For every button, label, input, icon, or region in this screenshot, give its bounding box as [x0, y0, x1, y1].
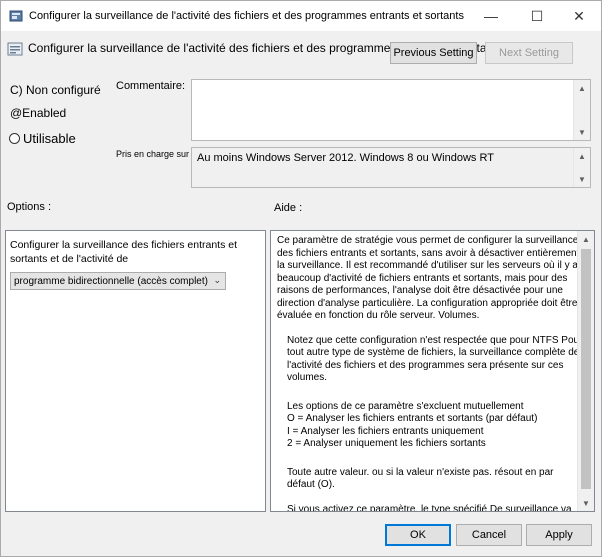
help-paragraph: Si vous activez ce paramètre. le type sp… [287, 503, 572, 512]
help-paragraph: Notez que cette configuration n'est resp… [287, 334, 583, 384]
maximize-button[interactable]: ☐ [515, 1, 559, 31]
comment-scrollbar[interactable]: ▲ ▼ [573, 80, 590, 140]
policy-dialog: Configurer la surveillance de l'activité… [0, 0, 602, 557]
next-setting-button[interactable]: Next Setting [485, 42, 573, 64]
radio-usable[interactable]: Utilisable [9, 131, 76, 146]
chevron-down-icon: ⌄ [213, 275, 221, 285]
apply-button[interactable]: Apply [526, 524, 592, 546]
help-option-line: 2 = Analyser uniquement les fichiers sor… [287, 438, 486, 449]
previous-setting-button[interactable]: Previous Setting [390, 42, 477, 64]
close-button[interactable]: ✕ [557, 1, 601, 31]
radio-usable-label: Utilisable [23, 131, 76, 146]
radio-enabled[interactable]: @Enabled [10, 106, 66, 120]
help-paragraph: Ce paramètre de stratégie vous permet de… [277, 235, 580, 321]
monitoring-direction-select[interactable]: programme bidirectionnelle (accès comple… [10, 272, 226, 290]
ok-button[interactable]: OK [385, 524, 451, 546]
help-paragraph: Toute autre valeur. ou si la valeur n'ex… [287, 466, 554, 491]
help-label: Aide : [274, 202, 303, 214]
help-option-line: O = Analyser les fichiers entrants et so… [287, 413, 538, 424]
policy-app-icon [9, 10, 23, 22]
options-description: Configurer la surveillance des fichiers … [10, 239, 238, 265]
close-icon: ✕ [573, 7, 585, 24]
scroll-up-icon[interactable]: ▲ [574, 80, 590, 96]
options-panel: Configurer la surveillance des fichiers … [5, 230, 266, 512]
help-option-line: I = Analyser les fichiers entrants uniqu… [287, 425, 484, 437]
help-scrollbar[interactable]: ▲ ▼ [577, 231, 594, 511]
help-paragraph: Les options de ce paramètre s'excluent m… [287, 400, 524, 412]
scroll-down-icon[interactable]: ▼ [578, 495, 594, 511]
minimize-icon: — [484, 8, 498, 24]
comment-label: Commentaire: [116, 80, 186, 92]
scroll-up-icon[interactable]: ▲ [578, 231, 594, 247]
help-scroll-thumb[interactable] [581, 249, 591, 489]
maximize-icon: ☐ [530, 7, 544, 24]
window-title: Configurer la surveillance de l'activité… [29, 10, 464, 22]
cancel-button[interactable]: Cancel [456, 524, 522, 546]
radio-not-configured[interactable]: C) Non configuré [10, 83, 101, 97]
setting-icon [7, 42, 23, 56]
select-value: programme bidirectionnelle (accès comple… [14, 275, 208, 287]
scroll-down-icon[interactable]: ▼ [574, 171, 590, 187]
supported-on-box: Au moins Windows Server 2012. Windows 8 … [191, 147, 591, 188]
comment-textarea[interactable]: ▲ ▼ [191, 79, 591, 141]
scroll-up-icon[interactable]: ▲ [574, 148, 590, 164]
help-text: Ce paramètre de stratégie vous permet de… [277, 235, 583, 512]
radio-circle-icon [9, 133, 20, 144]
title-bar[interactable]: Configurer la surveillance de l'activité… [1, 1, 601, 31]
scroll-down-icon[interactable]: ▼ [574, 124, 590, 140]
supported-value: Au moins Windows Server 2012. Windows 8 … [197, 152, 494, 164]
options-label: Options : [7, 201, 52, 213]
supported-scrollbar[interactable]: ▲ ▼ [573, 148, 590, 187]
supported-label: Pris en charge sur : [116, 149, 195, 159]
minimize-button[interactable]: — [469, 1, 513, 31]
help-panel: Ce paramètre de stratégie vous permet de… [270, 230, 595, 512]
